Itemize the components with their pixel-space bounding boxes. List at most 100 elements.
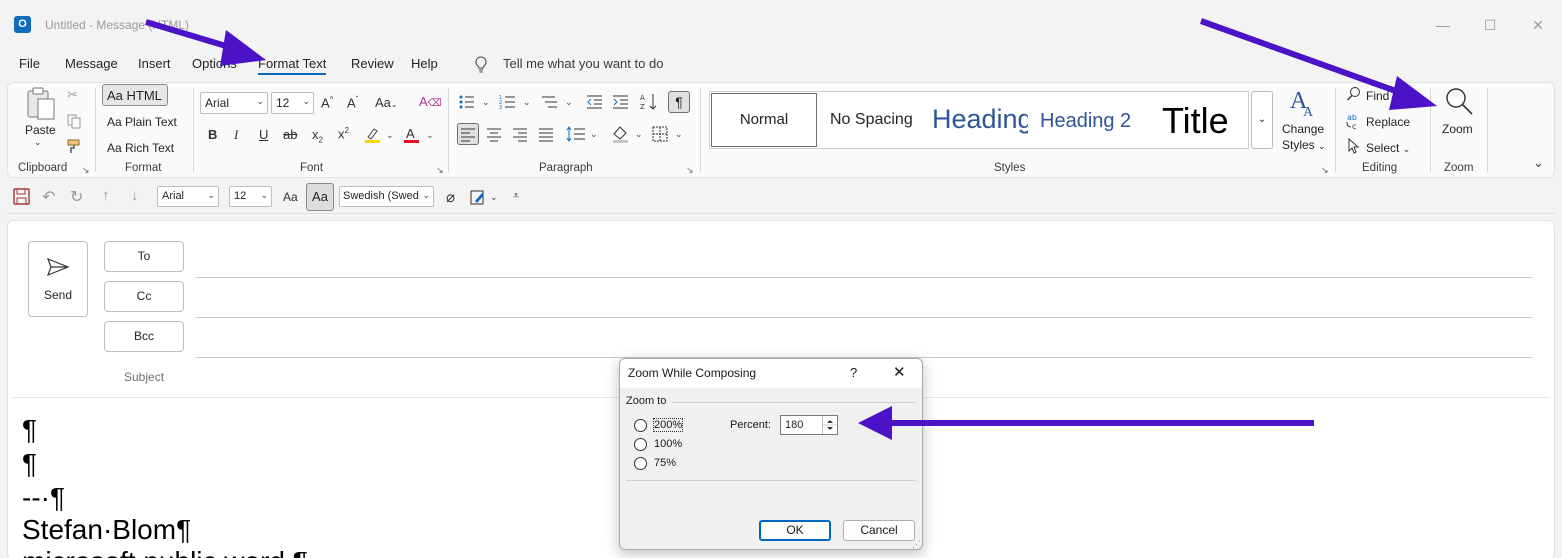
undo-icon[interactable]: ↶ [42, 187, 55, 207]
svg-text:⌄: ⌄ [635, 130, 643, 140]
italic-icon[interactable]: I [234, 127, 238, 143]
body-line[interactable]: --·¶ [22, 482, 65, 514]
font-color-icon[interactable]: A ⌄ [403, 126, 435, 144]
menu-help[interactable]: Help [411, 56, 438, 71]
customize-toolbar-icon[interactable]: ⩡ [513, 190, 519, 203]
to-button[interactable]: To [104, 241, 184, 272]
html-format-button[interactable]: Aa HTML [107, 88, 162, 103]
qat-font-name-combo[interactable]: Arial ⌄ [157, 186, 219, 207]
format-painter-icon[interactable] [66, 138, 82, 154]
bcc-button[interactable]: Bcc [104, 321, 184, 352]
help-icon[interactable]: ? [850, 365, 857, 380]
highlight-color-icon[interactable]: ⌄ [364, 126, 394, 144]
groupbox-bottom-line [626, 480, 916, 481]
qat-font-size-combo[interactable]: 12 ⌄ [229, 186, 272, 207]
close-icon[interactable]: ✕ [893, 363, 906, 381]
change-case-icon[interactable]: Aa⌄ [375, 95, 398, 110]
styles-more-icon[interactable]: ⌄ [1251, 91, 1273, 149]
radio-100[interactable] [634, 438, 647, 451]
change-case-icon[interactable]: Aa [283, 190, 298, 204]
percent-spinner[interactable] [822, 416, 837, 434]
next-item-icon[interactable]: ↓ [131, 187, 139, 204]
decrease-indent-icon[interactable] [586, 94, 604, 110]
clipboard-launcher-icon[interactable]: ↘ [82, 165, 90, 176]
attach-file-icon[interactable]: ⌀ [446, 188, 455, 206]
sort-icon[interactable]: AZ [640, 92, 658, 112]
send-button[interactable]: Send [28, 241, 88, 317]
radio-75[interactable] [634, 457, 647, 470]
bullets-icon[interactable]: ⌄ [458, 94, 492, 110]
shrink-font-icon[interactable]: Aˇ [347, 95, 358, 110]
strikethrough-icon[interactable]: ab [283, 127, 297, 142]
tell-me-search[interactable]: Tell me what you want to do [503, 56, 663, 71]
style-normal[interactable]: Normal [711, 93, 817, 147]
paste-dropdown-icon[interactable]: ⌄ [34, 137, 42, 148]
change-styles-button[interactable]: Change [1282, 122, 1324, 136]
plain-text-format-button[interactable]: Aa Plain Text [107, 115, 177, 129]
styles-launcher-icon[interactable]: ↘ [1321, 165, 1329, 176]
paragraph-launcher-icon[interactable]: ↘ [686, 165, 694, 176]
cc-button[interactable]: Cc [104, 281, 184, 312]
body-line[interactable]: Stefan·Blom¶ [22, 514, 191, 546]
shading-icon[interactable]: ⌄ [611, 124, 645, 144]
body-line[interactable]: ¶ [22, 414, 37, 446]
change-styles-button-line2[interactable]: Styles ⌄ [1282, 138, 1326, 152]
replace-button[interactable]: Replace [1366, 115, 1410, 129]
multilevel-list-icon[interactable]: ⌄ [541, 94, 575, 110]
menu-format-text[interactable]: Format Text [258, 56, 327, 75]
increase-indent-icon[interactable] [612, 94, 630, 110]
underline-icon[interactable]: U [259, 127, 268, 142]
subscript-icon[interactable]: x2 [312, 127, 323, 145]
bold-icon[interactable]: B [208, 127, 217, 142]
close-window-button[interactable]: ✕ [1527, 14, 1549, 36]
save-icon[interactable] [13, 188, 30, 205]
zoom-button[interactable]: Zoom [1442, 122, 1473, 136]
qat-format-toggle-button[interactable]: Aa [306, 183, 334, 211]
to-field[interactable] [196, 277, 1532, 278]
cut-icon[interactable]: ✂ [67, 87, 78, 103]
language-combo[interactable]: Swedish (Swed ⌄ [339, 186, 434, 207]
menu-insert[interactable]: Insert [138, 56, 171, 71]
resize-grip-icon[interactable]: ⋰ [912, 539, 921, 550]
minimize-button[interactable]: — [1432, 14, 1454, 36]
numbering-icon[interactable]: 1 2 3 ⌄ [499, 94, 533, 110]
body-line[interactable]: ¶ [22, 448, 37, 480]
style-heading[interactable]: Heading [932, 104, 1028, 135]
menu-file[interactable]: File [19, 56, 40, 71]
body-line[interactable]: microsoft.public.word.¶ [22, 546, 308, 558]
copy-icon[interactable] [66, 113, 82, 129]
select-button[interactable]: Select ⌄ [1366, 141, 1410, 155]
ok-button[interactable]: OK [759, 520, 831, 541]
paste-button[interactable]: Paste [25, 123, 56, 137]
style-title[interactable]: Title [1162, 100, 1229, 142]
collapse-ribbon-icon[interactable]: ⌄ [1533, 155, 1544, 171]
font-name-combo[interactable]: Arial ⌄ [200, 92, 268, 114]
menu-message[interactable]: Message [65, 56, 118, 71]
justify-icon[interactable] [536, 124, 556, 144]
borders-icon[interactable]: ⌄ [651, 124, 685, 144]
menu-review[interactable]: Review [351, 56, 394, 71]
grow-font-icon[interactable]: A^ [321, 95, 333, 110]
style-no-spacing[interactable]: No Spacing [830, 111, 913, 129]
align-right-icon[interactable] [510, 124, 530, 144]
superscript-icon[interactable]: x2 [338, 126, 349, 141]
previous-item-icon[interactable]: ↑ [102, 187, 110, 204]
redo-icon[interactable]: ↻ [70, 187, 83, 207]
font-size-combo[interactable]: 12 ⌄ [271, 92, 314, 114]
align-left-button[interactable] [457, 123, 479, 145]
find-button[interactable]: Find [1366, 89, 1389, 103]
align-center-icon[interactable] [484, 124, 504, 144]
cancel-button[interactable]: Cancel [843, 520, 915, 541]
rich-text-format-button[interactable]: Aa Rich Text [107, 141, 174, 155]
font-launcher-icon[interactable]: ↘ [436, 165, 444, 176]
clear-formatting-icon[interactable]: A⌫ [419, 94, 442, 109]
line-spacing-icon[interactable]: ⌄ [565, 124, 599, 144]
cc-field[interactable] [196, 317, 1532, 318]
menu-options[interactable]: Options [192, 56, 237, 71]
show-formatting-marks-button[interactable]: ¶ [668, 91, 690, 113]
signature-icon[interactable]: ⌄ [470, 189, 500, 205]
style-heading-2[interactable]: Heading 2 [1040, 110, 1131, 133]
radio-200[interactable] [634, 419, 647, 432]
maximize-button[interactable]: ☐ [1479, 14, 1501, 36]
svg-text:ab: ab [1347, 113, 1357, 122]
